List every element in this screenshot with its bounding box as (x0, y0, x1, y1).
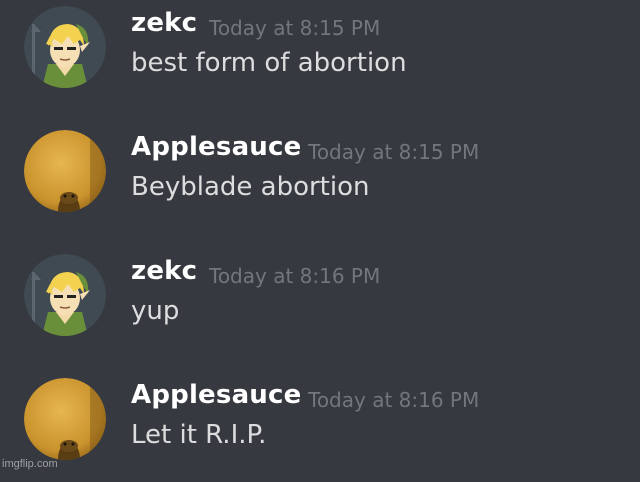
zekc-avatar-icon (24, 6, 106, 88)
message-author[interactable]: zekc (131, 8, 197, 38)
user-avatar[interactable] (24, 6, 106, 88)
message-timestamp: Today at 8:16 PM (209, 264, 381, 288)
user-avatar[interactable] (24, 130, 106, 212)
chat-message: Applesauce Today at 8:15 PM Beyblade abo… (0, 124, 640, 234)
chat-message: zekc Today at 8:15 PM best form of abort… (0, 0, 640, 110)
message-author[interactable]: zekc (131, 256, 197, 286)
applesauce-avatar-icon (24, 378, 106, 460)
message-author[interactable]: Applesauce (131, 380, 301, 410)
message-content: Beyblade abortion (131, 172, 370, 202)
chat-message: Applesauce Today at 8:16 PM Let it R.I.P… (0, 372, 640, 482)
zekc-avatar-icon (24, 254, 106, 336)
imgflip-watermark: imgflip.com (2, 458, 58, 470)
user-avatar[interactable] (24, 254, 106, 336)
message-content: yup (131, 296, 180, 326)
chat-log: zekc Today at 8:15 PM best form of abort… (0, 0, 640, 473)
message-timestamp: Today at 8:15 PM (308, 140, 480, 164)
message-author[interactable]: Applesauce (131, 132, 301, 162)
message-timestamp: Today at 8:16 PM (308, 388, 480, 412)
applesauce-avatar-icon (24, 130, 106, 212)
message-timestamp: Today at 8:15 PM (209, 16, 381, 40)
chat-message: zekc Today at 8:16 PM yup (0, 248, 640, 358)
user-avatar[interactable] (24, 378, 106, 460)
message-content: Let it R.I.P. (131, 420, 267, 450)
message-content: best form of abortion (131, 48, 407, 78)
